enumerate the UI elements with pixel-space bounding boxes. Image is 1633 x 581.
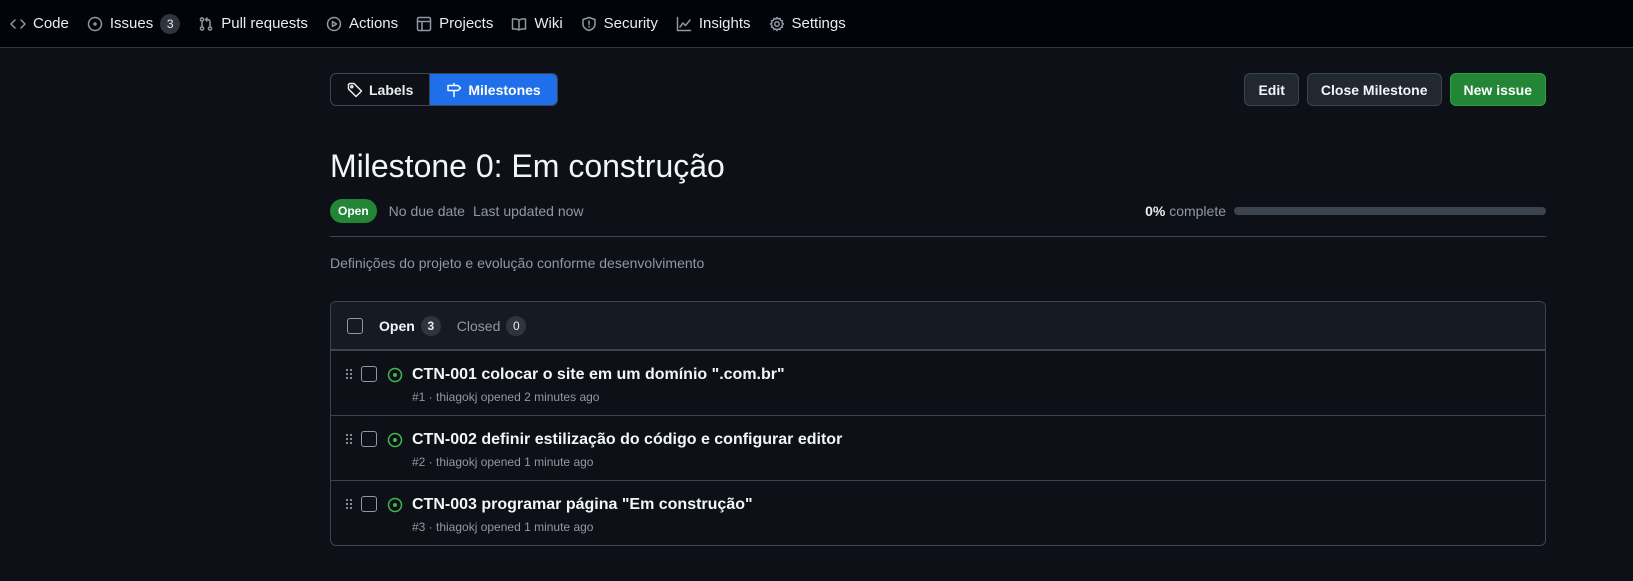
issues-box: Open 3 Closed 0 CTN-001 colocar o site e… [330,301,1546,546]
nav-issues[interactable]: Issues 3 [85,8,190,40]
progress-percent: 0% [1145,203,1166,219]
progress-bar [1234,207,1546,215]
nav-wiki[interactable]: Wiki [509,8,572,40]
milestone-icon [447,82,462,97]
issue-title-link[interactable]: CTN-001 colocar o site em um domínio ".c… [412,365,785,385]
divider [330,236,1546,237]
drag-handle-icon[interactable] [341,496,357,512]
issue-checkbox[interactable] [361,496,377,512]
milestone-description: Definições do projeto e evolução conform… [330,255,705,271]
labels-tab-label: Labels [369,81,414,98]
repo-nav: Code Issues 3 Pull requests Actions Proj… [0,0,1633,48]
edit-button[interactable]: Edit [1244,73,1299,106]
issue-row: CTN-001 colocar o site em um domínio ".c… [331,350,1545,415]
nav-issues-label: Issues [109,15,154,32]
labels-tab[interactable]: Labels [331,74,429,105]
book-icon [512,17,527,31]
issue-opened-icon [387,497,403,513]
new-issue-button[interactable]: New issue [1449,73,1546,106]
issues-count-badge: 3 [160,13,181,34]
issue-checkbox[interactable] [361,366,377,382]
progress-label: 0% complete [1145,203,1226,219]
pull-request-icon [199,16,213,31]
progress-complete-text: complete [1169,203,1226,219]
drag-handle-icon[interactable] [341,431,357,447]
issue-body: CTN-003 programar página "Em construção"… [412,495,753,534]
issue-opened-icon [87,16,103,31]
nav-projects[interactable]: Projects [414,8,503,40]
gear-icon [769,16,784,31]
milestone-progress: 0% complete [1145,203,1546,219]
nav-security-label: Security [603,15,658,32]
table-icon [416,16,432,31]
issue-opened-icon [387,367,403,383]
nav-insights-label: Insights [698,15,751,32]
nav-settings[interactable]: Settings [767,8,856,40]
issue-meta: #1 · thiagokj opened 2 minutes ago [412,390,600,404]
last-updated-text: Last updated now [472,203,584,219]
closed-count-badge: 0 [506,315,527,336]
issue-row: CTN-003 programar página "Em construção"… [331,480,1545,545]
milestones-tab-label: Milestones [468,81,541,98]
issue-title-link[interactable]: CTN-003 programar página "Em construção" [412,495,753,515]
graph-icon [676,16,692,31]
nav-projects-label: Projects [439,15,494,32]
status-badge: Open [330,199,377,223]
nav-code-label: Code [33,15,69,32]
issues-box-header: Open 3 Closed 0 [331,302,1545,350]
nav-pull-requests-label: Pull requests [221,15,308,32]
issue-meta: #3 · thiagokj opened 1 minute ago [412,520,594,534]
issue-body: CTN-002 definir estilização do código e … [412,430,842,469]
open-count-badge: 3 [420,315,441,336]
nav-actions-label: Actions [348,15,399,32]
due-date-text: No due date [388,203,465,219]
closed-tab-label: Closed [456,317,501,334]
nav-settings-label: Settings [791,15,846,32]
milestone-title: Milestone 0: Em construção [330,148,725,184]
tag-icon [347,82,363,97]
issue-meta: #2 · thiagokj opened 1 minute ago [412,455,594,469]
play-icon [326,16,342,31]
drag-handle-icon[interactable] [341,366,357,382]
subnav-row: Labels Milestones Edit Close Milestone N… [330,73,1546,106]
milestone-page: Labels Milestones Edit Close Milestone N… [330,73,1546,546]
issue-opened-icon [387,432,403,448]
issue-body: CTN-001 colocar o site em um domínio ".c… [412,365,785,404]
nav-actions[interactable]: Actions [324,8,408,40]
select-all-checkbox[interactable] [347,317,363,334]
close-milestone-button[interactable]: Close Milestone [1306,73,1442,106]
nav-wiki-label: Wiki [534,15,563,32]
nav-pull-requests[interactable]: Pull requests [196,8,318,40]
issue-checkbox[interactable] [361,431,377,447]
issue-title-link[interactable]: CTN-002 definir estilização do código e … [412,430,842,450]
closed-issues-tab[interactable]: Closed 0 [456,315,527,336]
open-issues-tab[interactable]: Open 3 [379,315,441,336]
milestone-actions: Edit Close Milestone New issue [1244,73,1546,106]
issue-row: CTN-002 definir estilização do código e … [331,415,1545,480]
nav-code[interactable]: Code [8,8,79,40]
nav-security[interactable]: Security [579,8,668,40]
code-icon [10,18,26,29]
labels-milestones-subnav: Labels Milestones [330,73,558,106]
shield-icon [581,16,596,31]
milestones-tab[interactable]: Milestones [429,74,557,105]
nav-insights[interactable]: Insights [674,8,761,40]
open-tab-label: Open [379,317,415,334]
milestone-meta: Open No due date Last updated now 0% com… [330,198,1546,224]
